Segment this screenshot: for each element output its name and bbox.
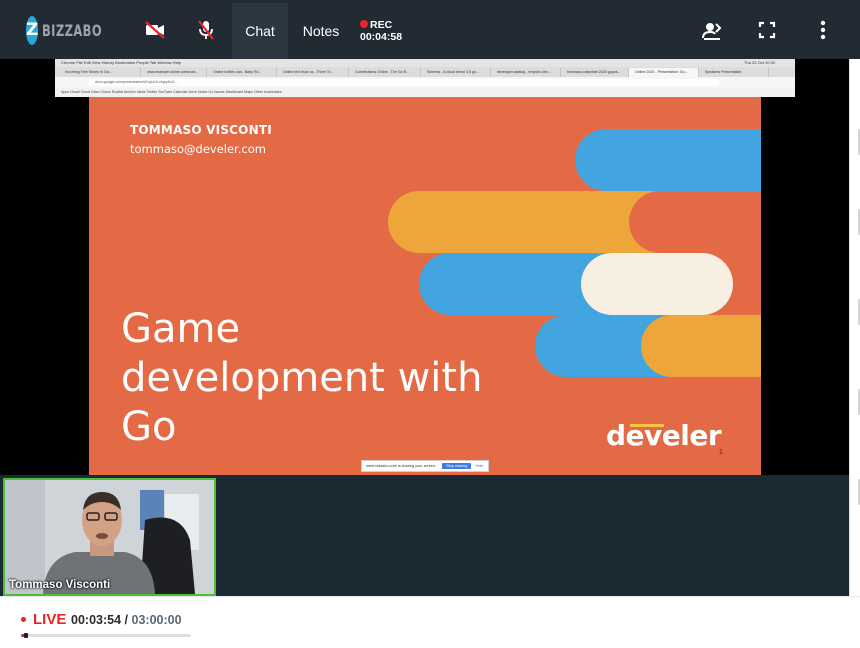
browser-tab[interactable]: Incoming Tree Shoes In Ga...: [59, 68, 141, 77]
top-bar: Z BIZZABO Chat Notes REC 00:04:58: [0, 0, 860, 59]
video-off-icon[interactable]: [143, 18, 167, 42]
share-notice-text: meet.bizzabo.com is sharing your screen.: [366, 464, 437, 468]
bizzabo-logo: Z BIZZABO: [26, 15, 116, 45]
switch-view-icon[interactable]: [700, 18, 724, 42]
stop-sharing-button[interactable]: Stop sharing: [442, 463, 472, 469]
total-time: 03:00:00: [131, 613, 182, 627]
rec-label: REC: [370, 19, 393, 31]
live-dot-icon: [21, 617, 26, 622]
live-status-bar: LIVE 00:03:54 / 03:00:00: [0, 596, 860, 648]
slide-title-line: Go: [121, 404, 177, 450]
slide-number: 1: [719, 449, 723, 456]
slide-title-line: development with: [121, 355, 483, 401]
decor-blue-pill: [575, 129, 761, 191]
browser-tabs: Incoming Tree Shoes In Ga... www.example…: [55, 67, 795, 77]
decor-yellow-pill: [641, 315, 761, 377]
browser-tab[interactable]: Online text linux us - Three To...: [277, 68, 349, 77]
logo-icon: Z: [26, 15, 39, 45]
develer-logo-accent: [630, 424, 664, 427]
bookmarks-bar: Apps Gmail Cloud Gdev Chess Rustbit Arch…: [55, 88, 795, 97]
elapsed-time: 00:03:54: [71, 613, 122, 627]
menu-items: Chrome File Edit View History Bookmarks …: [61, 60, 181, 65]
live-progress-bar[interactable]: [21, 633, 191, 638]
live-timer: 00:03:54 / 03:00:00: [71, 613, 182, 627]
screen-share-notice: meet.bizzabo.com is sharing your screen.…: [361, 460, 489, 472]
rec-time: 00:04:58: [360, 31, 403, 43]
browser-tab-active[interactable]: Online 2020 - Presentation: Go...: [629, 68, 699, 77]
url-field[interactable]: docs.google.com/presentation/d/1qUnX-cfq…: [89, 79, 719, 86]
tab-chat[interactable]: Chat: [232, 3, 288, 59]
mac-menu-bar: Chrome File Edit View History Bookmarks …: [55, 59, 795, 67]
decor-orange-pill: [629, 191, 761, 253]
decor-cream-pill: [581, 253, 733, 315]
browser-tab[interactable]: Contributions Online - The Go B...: [349, 68, 421, 77]
menu-clock: Thu 22 Oct 10:30: [744, 60, 775, 65]
mic-off-icon[interactable]: [194, 18, 218, 42]
participant-name: Tommaso Visconti: [9, 579, 111, 591]
browser-tab[interactable]: Schema - A cloud demo 3.5 go...: [421, 68, 491, 77]
participant-video-frame: [5, 480, 214, 594]
slide-title-line: Game: [121, 306, 241, 352]
slide-title: Game development with Go: [121, 305, 541, 452]
more-options-icon[interactable]: [811, 18, 835, 42]
time-separator: /: [124, 613, 129, 627]
live-progress-knob[interactable]: [23, 633, 28, 638]
presentation-slide: TOMMASO VISCONTI tommaso@develer.com Gam…: [89, 97, 761, 475]
browser-tab[interactable]: developer.catalog - emporio dev...: [491, 68, 561, 77]
logo-text: BIZZABO: [42, 20, 103, 40]
fullscreen-icon[interactable]: [755, 18, 779, 42]
rec-dot-icon: [360, 20, 368, 28]
slide-author: TOMMASO VISCONTI: [130, 123, 272, 137]
hide-notice-button[interactable]: Hide: [475, 464, 483, 468]
browser-tab[interactable]: www.example.online.com/cont...: [141, 68, 207, 77]
slide-email: tommaso@develer.com: [130, 142, 266, 156]
browser-tab[interactable]: Online bottles can.. Baby Ro...: [207, 68, 277, 77]
browser-chrome: Chrome File Edit View History Bookmarks …: [55, 59, 795, 97]
browser-tab[interactable]: tommaso.cabprhab 2020 gopos...: [561, 68, 629, 77]
side-panel-edge[interactable]: [849, 59, 860, 596]
tab-notes[interactable]: Notes: [296, 3, 346, 59]
recording-indicator: REC 00:04:58: [360, 19, 402, 43]
app-root: Z BIZZABO Chat Notes REC 00:04:58 Chrome…: [0, 0, 860, 648]
browser-url-bar: docs.google.com/presentation/d/1qUnX-cfq…: [55, 77, 795, 88]
participant-video[interactable]: Tommaso Visconti: [3, 478, 216, 596]
browser-tab[interactable]: Speakers Presentation: [699, 68, 769, 77]
live-label: LIVE: [33, 611, 67, 628]
